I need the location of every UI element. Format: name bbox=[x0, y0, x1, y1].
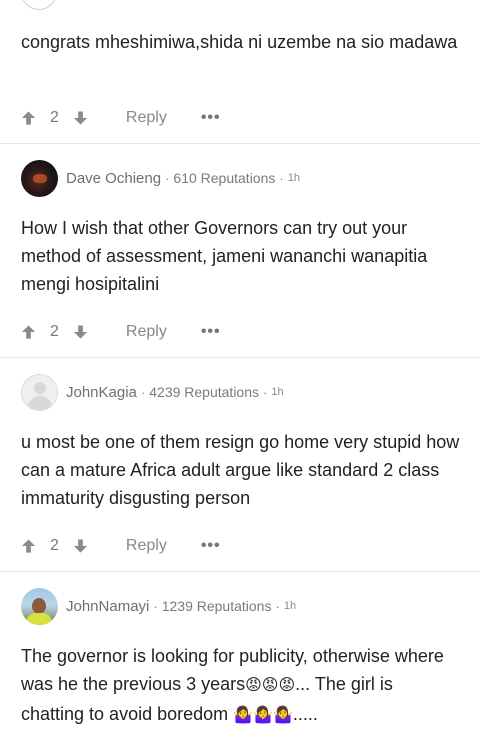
comment-text-part: ..... bbox=[292, 704, 318, 724]
author-name[interactable]: Dave Ochieng bbox=[66, 170, 161, 187]
reputation-count: 4239 Reputations bbox=[149, 384, 260, 400]
avatar[interactable] bbox=[21, 159, 58, 197]
downvote-icon[interactable] bbox=[73, 538, 88, 554]
vote-count: 2 bbox=[50, 323, 59, 340]
timestamp: 1h bbox=[271, 386, 284, 398]
separator: · bbox=[275, 598, 280, 614]
timestamp: 1h bbox=[287, 172, 300, 184]
comment-item: JohnKagia · 4239 Reputations · 1h u most… bbox=[0, 357, 480, 572]
reply-button[interactable]: Reply bbox=[126, 537, 167, 555]
reputation-count: 610 Reputations bbox=[173, 170, 276, 186]
separator: · bbox=[153, 598, 158, 614]
downvote-icon[interactable] bbox=[73, 110, 88, 126]
upvote-icon[interactable] bbox=[21, 538, 36, 554]
vote-count: 2 bbox=[50, 109, 59, 126]
timestamp: 1h bbox=[283, 600, 297, 612]
upvote-icon[interactable] bbox=[21, 324, 36, 340]
reply-button[interactable]: Reply bbox=[126, 109, 167, 127]
separator: · bbox=[263, 384, 268, 400]
comment-item: Dave Ochieng · 610 Reputations · 1h How … bbox=[0, 143, 480, 358]
separator: · bbox=[165, 170, 170, 186]
comment-actions: 2 Reply ••• bbox=[21, 320, 221, 344]
avatar[interactable] bbox=[21, 587, 58, 625]
comment-text: u most be one of them resign go home ver… bbox=[21, 432, 460, 508]
angry-emoji: 😡😡😡 bbox=[245, 677, 296, 694]
comment-text: The governor is looking for publicity, o… bbox=[21, 642, 460, 730]
author-name[interactable]: JohnKagia bbox=[66, 384, 137, 401]
reputation-count: 1239 Reputations bbox=[161, 598, 272, 614]
author-name[interactable]: JohnNamayi bbox=[66, 598, 149, 615]
comment-header: JohnKagia · 4239 Reputations · 1h bbox=[21, 373, 284, 411]
upvote-icon[interactable] bbox=[21, 110, 36, 126]
separator: · bbox=[279, 170, 284, 186]
downvote-icon[interactable] bbox=[73, 324, 88, 340]
vote-count: 2 bbox=[50, 537, 59, 554]
more-options-button[interactable]: ••• bbox=[201, 109, 221, 127]
comment-item: congrats mheshimiwa,shida ni uzembe na s… bbox=[0, 0, 480, 144]
more-options-button[interactable]: ••• bbox=[201, 323, 221, 341]
reply-button[interactable]: Reply bbox=[126, 323, 167, 341]
comment-item: JohnNamayi · 1239 Reputations · 1h The g… bbox=[0, 571, 480, 737]
separator: · bbox=[140, 384, 146, 400]
comment-actions: 2 Reply ••• bbox=[21, 534, 221, 558]
more-options-button[interactable]: ••• bbox=[201, 537, 221, 555]
shrug-emoji: 🤷‍♀️🤷‍♀️🤷‍♀️ bbox=[233, 707, 293, 724]
comment-text: How I wish that other Governors can try … bbox=[21, 218, 428, 294]
comment-actions: 2 Reply ••• bbox=[21, 106, 221, 130]
comment-header: Dave Ochieng · 610 Reputations · 1h bbox=[21, 159, 300, 197]
comment-header: JohnNamayi · 1239 Reputations · 1h bbox=[21, 587, 296, 625]
comment-text: congrats mheshimiwa,shida ni uzembe na s… bbox=[21, 32, 458, 52]
avatar[interactable] bbox=[21, 373, 58, 411]
